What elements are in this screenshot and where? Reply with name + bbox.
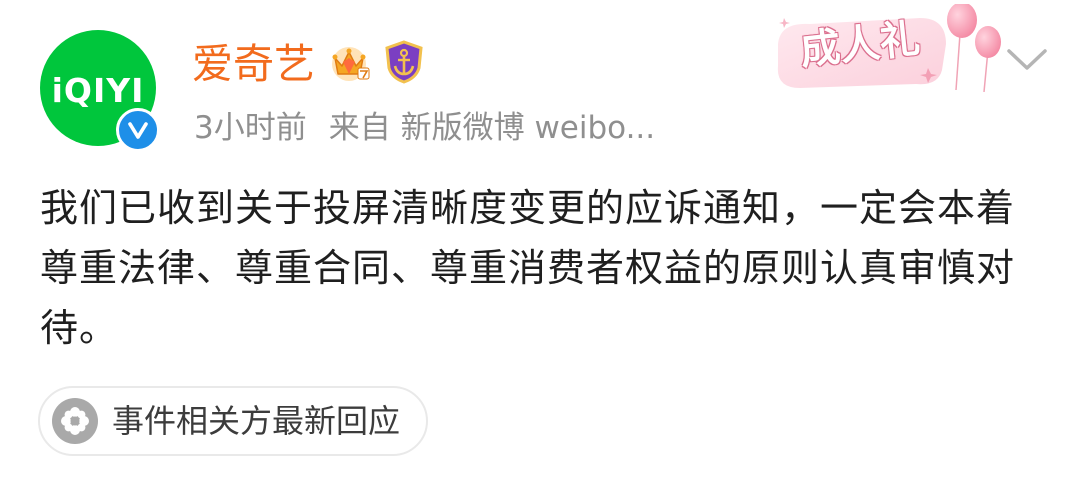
post-source[interactable]: 来自 新版微博 weibo... [329, 110, 655, 146]
anchor-shield-icon[interactable] [383, 40, 425, 88]
post-time: 3小时前 [194, 110, 307, 146]
chevron-down-icon[interactable] [1004, 44, 1050, 74]
crown-member-icon[interactable] [327, 40, 371, 88]
author-name[interactable]: 爱奇艺 [192, 36, 315, 92]
verified-badge-icon [116, 108, 160, 152]
topic-label: 事件相关方最新回应 [112, 402, 401, 440]
post-meta: 3小时前 来自 新版微博 weibo... [194, 106, 655, 150]
flower-icon [52, 398, 98, 444]
post-text: 我们已收到关于投屏清晰度变更的应诉通知，一定会本着尊重法律、尊重合同、尊重消费者… [40, 186, 1016, 350]
author-row: 爱奇艺 [192, 36, 425, 92]
topic-chip[interactable]: 事件相关方最新回应 [38, 386, 429, 456]
iqiyi-logo: iQIYI [51, 70, 145, 110]
weibo-post-card: iQIYI 爱奇艺 3小时前 来自 新版微博 weibo... 成人礼 我们已收… [0, 0, 1080, 489]
